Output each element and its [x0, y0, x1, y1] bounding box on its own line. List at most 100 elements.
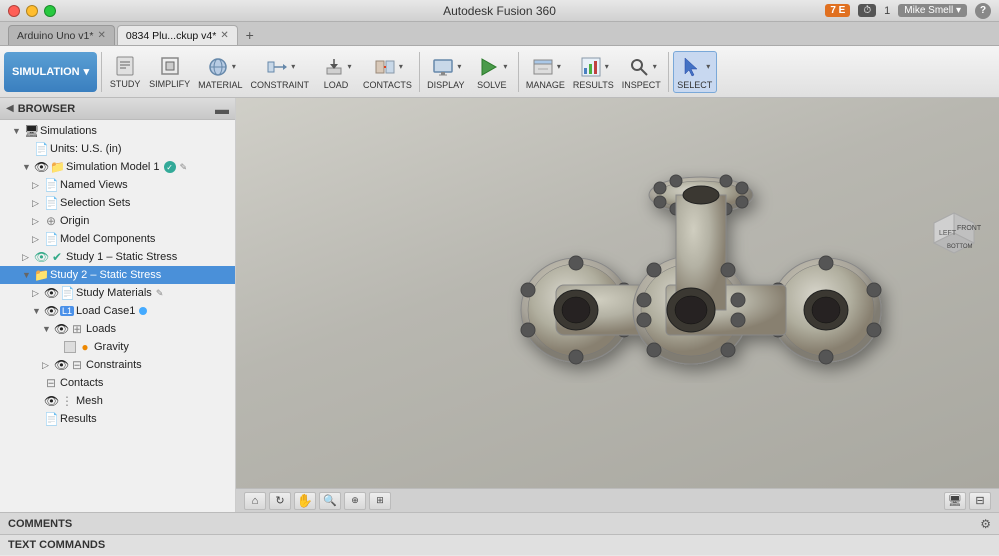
tree-arrow: ▼	[12, 126, 22, 136]
tab-add-button[interactable]: +	[240, 25, 260, 45]
nav-display-button[interactable]: 🖥	[944, 492, 966, 510]
contacts-button[interactable]: ▾ CONTACTS	[360, 52, 415, 92]
tree-contacts[interactable]: ⊟ Contacts	[0, 374, 235, 392]
manage-label: MANAGE	[526, 80, 565, 90]
tree-study2[interactable]: ▼ 📁 Study 2 – Static Stress	[0, 266, 235, 284]
display-button[interactable]: ▾ DISPLAY	[424, 52, 468, 92]
inspect-button[interactable]: ▾ INSPECT	[619, 52, 664, 92]
tree-arrow: ▷	[42, 360, 52, 371]
tree-units[interactable]: 📄 Units: U.S. (in)	[0, 140, 235, 158]
constraint-label: CONSTRAINT	[251, 80, 310, 90]
constraints-eye-icon: 👁	[54, 358, 68, 372]
tree-gravity[interactable]: ● Gravity	[0, 338, 235, 356]
tree-results[interactable]: 📄 Results	[0, 410, 235, 428]
study1-green-icon: ✔	[50, 250, 64, 264]
solve-icon	[476, 54, 502, 80]
simplify-button[interactable]: SIMPLIFY	[146, 51, 193, 92]
nav-zoomfit-button[interactable]: ⊕	[344, 492, 366, 510]
clock-value: 1	[884, 5, 890, 17]
constraint-arrow: ▾	[291, 62, 295, 71]
tree-sim-model[interactable]: ▼ 👁 📁 Simulation Model 1 ✓ ✎	[0, 158, 235, 176]
material-button[interactable]: ▾ MATERIAL	[195, 52, 245, 92]
tree-mesh[interactable]: 👁 ⋮ Mesh	[0, 392, 235, 410]
nav-home-button[interactable]: ⌂	[244, 492, 266, 510]
results-button[interactable]: ▾ RESULTS	[570, 52, 617, 92]
toolbar-separator-2	[419, 52, 420, 92]
svg-text:BOTTOM: BOTTOM	[947, 244, 973, 250]
tree-sim-model-label: Simulation Model 1	[66, 161, 160, 173]
select-icon	[679, 54, 705, 80]
simulations-icon: 🖥	[24, 124, 38, 138]
tree-simulations[interactable]: ▼ 🖥 Simulations	[0, 122, 235, 140]
select-label: SELECT	[677, 80, 712, 90]
named-views-icon: 📄	[44, 178, 58, 192]
maximize-button[interactable]	[44, 5, 56, 17]
toolbar: SIMULATION ▾ STUDY SIMPLIFY	[0, 46, 999, 98]
tree-model-components[interactable]: ▷ 📄 Model Components	[0, 230, 235, 248]
toolbar-separator-4	[668, 52, 669, 92]
title-bar: Autodesk Fusion 360 7 E ⏱ 1 Mike Smell ▾…	[0, 0, 999, 22]
tab-pluckup-label: 0834 Plu...ckup v4*	[126, 30, 216, 42]
tree-selection-sets[interactable]: ▷ 📄 Selection Sets	[0, 194, 235, 212]
tree-arrow: ▷	[22, 252, 32, 263]
nav-orbit-button[interactable]: ↻	[269, 492, 291, 510]
viewport[interactable]: LEFT FRONT BOTTOM	[236, 98, 999, 512]
mesh-eye-icon: 👁	[44, 394, 58, 408]
tree-named-views[interactable]: ▷ 📄 Named Views	[0, 176, 235, 194]
tree-study-materials-label: Study Materials	[76, 287, 152, 299]
contacts-icon	[372, 54, 398, 80]
nav-zoom-button[interactable]: 🔍	[319, 492, 341, 510]
text-commands-label: TEXT COMMANDS	[8, 539, 105, 551]
minimize-button[interactable]	[26, 5, 38, 17]
tab-bar: Arduino Uno v1* ✕ 0834 Plu...ckup v4* ✕ …	[0, 22, 999, 46]
select-button[interactable]: ▾ SELECT	[673, 51, 717, 93]
contacts-tree-icon: ⊟	[44, 376, 58, 390]
tree-load-case1-label: Load Case1	[76, 305, 135, 317]
tree-origin-label: Origin	[60, 215, 89, 227]
tab-pluckup-close[interactable]: ✕	[220, 30, 228, 41]
comments-gear-icon[interactable]: ⚙	[980, 517, 991, 531]
tree-load-case1[interactable]: ▼ 👁 L1 Load Case1	[0, 302, 235, 320]
browser-collapse-button[interactable]: ▬	[215, 101, 229, 117]
tree-study1[interactable]: ▷ 👁 ✔ Study 1 – Static Stress	[0, 248, 235, 266]
tree-loads[interactable]: ▼ 👁 ⊞ Loads	[0, 320, 235, 338]
browser-collapse-left[interactable]: ◀	[6, 103, 14, 114]
notification-badge[interactable]: 7 E	[825, 4, 850, 17]
user-menu[interactable]: Mike Smell ▾	[898, 4, 967, 17]
mesh-icon: ⋮	[60, 394, 74, 408]
tab-arduino[interactable]: Arduino Uno v1* ✕	[8, 25, 115, 45]
tab-pluckup[interactable]: 0834 Plu...ckup v4* ✕	[117, 25, 238, 45]
tree-constraints[interactable]: ▷ 👁 ⊟ Constraints	[0, 356, 235, 374]
help-button[interactable]: ?	[975, 3, 991, 19]
tab-arduino-close[interactable]: ✕	[97, 30, 105, 41]
results-label: RESULTS	[573, 80, 614, 90]
load-case1-dot	[139, 307, 147, 315]
results-icon	[578, 54, 604, 80]
results-tree-icon: 📄	[44, 412, 58, 426]
browser-header: ◀ BROWSER ▬	[0, 98, 235, 120]
solve-arrow: ▾	[503, 62, 507, 71]
load-button[interactable]: ▾ LOAD	[314, 52, 358, 92]
tree-origin[interactable]: ▷ ⊕ Origin	[0, 212, 235, 230]
view-cube[interactable]: LEFT FRONT BOTTOM	[919, 198, 991, 270]
study-button[interactable]: STUDY	[106, 51, 144, 92]
tree-loads-label: Loads	[86, 323, 116, 335]
tree-mesh-label: Mesh	[76, 395, 103, 407]
solve-button[interactable]: ▾ SOLVE	[470, 52, 514, 92]
sim-model-eye-icon: 👁	[34, 160, 48, 174]
constraint-button[interactable]: ▾ CONSTRAINT	[248, 52, 313, 92]
inspect-label: INSPECT	[622, 80, 661, 90]
manage-button[interactable]: ▾ MANAGE	[523, 52, 568, 92]
gravity-yellow-icon: ●	[78, 340, 92, 354]
nav-pan-button[interactable]: ✋	[294, 492, 316, 510]
simulation-mode-button[interactable]: SIMULATION ▾	[4, 52, 97, 92]
tree-study-materials[interactable]: ▷ 👁 📄 Study Materials ✎	[0, 284, 235, 302]
close-button[interactable]	[8, 5, 20, 17]
study1-eye-icon: 👁	[34, 250, 48, 264]
browser-title: BROWSER	[18, 103, 211, 115]
nav-grid-button[interactable]: ⊟	[969, 492, 991, 510]
window-title: Autodesk Fusion 360	[443, 4, 556, 18]
tree-study1-label: Study 1 – Static Stress	[66, 251, 177, 263]
constraint-icon	[264, 54, 290, 80]
nav-zoomwindow-button[interactable]: ⊞	[369, 492, 391, 510]
